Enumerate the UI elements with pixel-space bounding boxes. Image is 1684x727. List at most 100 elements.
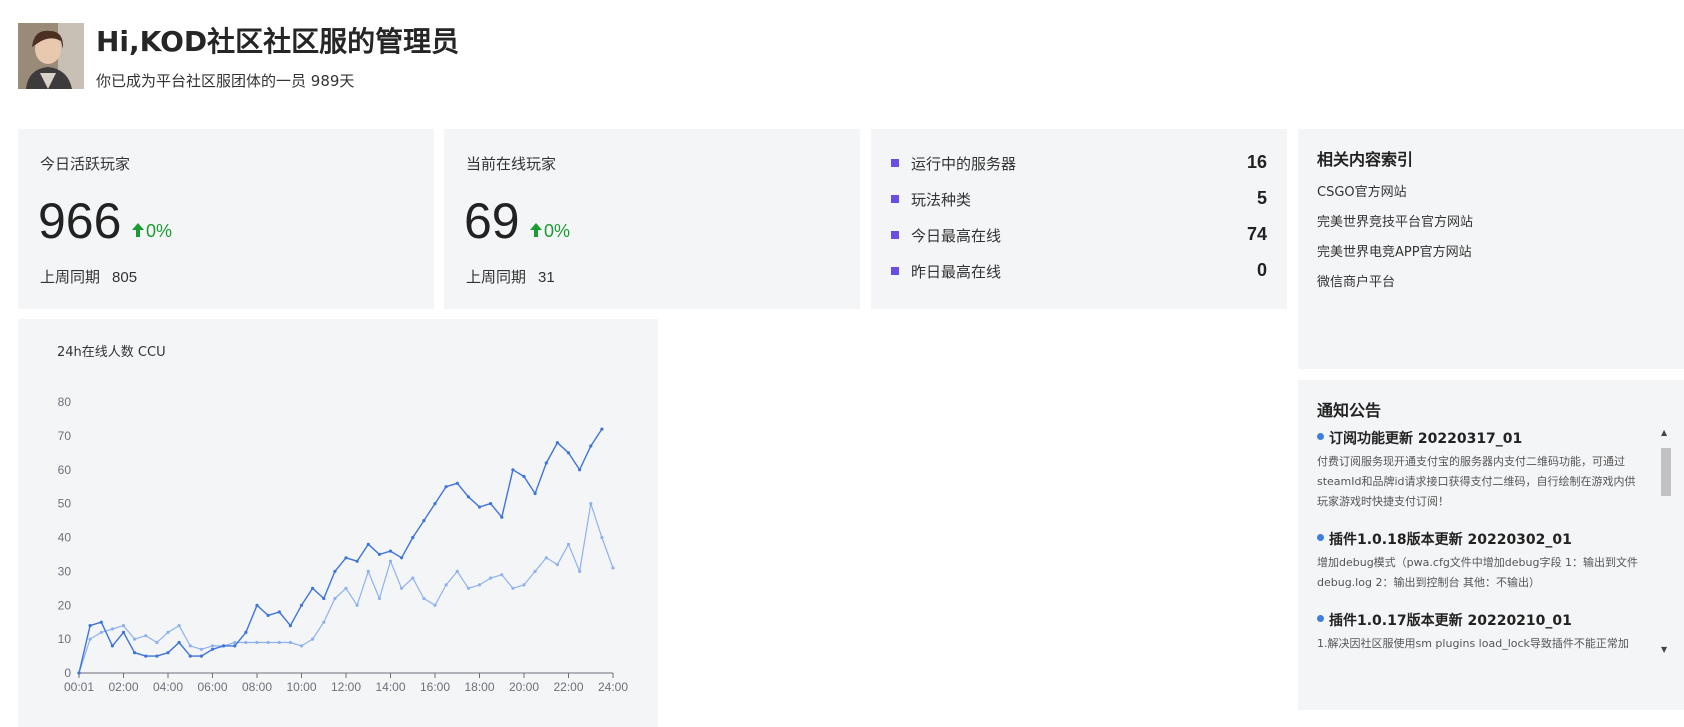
- data-point-previous[interactable]: [99, 630, 103, 634]
- data-point-previous[interactable]: [188, 644, 192, 648]
- data-point-today[interactable]: [299, 603, 304, 607]
- data-point-previous[interactable]: [255, 640, 259, 645]
- data-point-previous[interactable]: [411, 576, 415, 580]
- data-point-previous[interactable]: [177, 624, 181, 628]
- data-point-previous[interactable]: [377, 596, 381, 601]
- data-point-today[interactable]: [555, 441, 560, 445]
- data-point-previous[interactable]: [388, 559, 393, 563]
- data-point-previous[interactable]: [121, 624, 126, 628]
- data-point-today[interactable]: [589, 444, 593, 448]
- data-point-today[interactable]: [388, 549, 393, 553]
- data-point-today[interactable]: [477, 505, 482, 509]
- data-point-today[interactable]: [110, 644, 114, 648]
- data-point-previous[interactable]: [299, 644, 304, 648]
- data-point-previous[interactable]: [566, 542, 571, 546]
- data-point-today[interactable]: [210, 647, 215, 651]
- link-perfect-world-platform[interactable]: 完美世界竞技平台官方网站: [1317, 211, 1473, 230]
- data-point-previous[interactable]: [322, 620, 326, 624]
- scroll-down-icon[interactable]: ▼: [1661, 645, 1667, 654]
- data-point-today[interactable]: [133, 651, 137, 655]
- data-point-previous[interactable]: [555, 563, 560, 567]
- data-point-previous[interactable]: [600, 535, 604, 540]
- data-point-today[interactable]: [144, 654, 148, 658]
- data-point-today[interactable]: [99, 620, 103, 624]
- data-point-previous[interactable]: [155, 640, 159, 645]
- avatar[interactable]: [18, 23, 84, 89]
- data-point-previous[interactable]: [455, 569, 459, 573]
- data-point-today[interactable]: [511, 468, 515, 472]
- data-point-today[interactable]: [489, 502, 493, 506]
- data-point-previous[interactable]: [355, 603, 359, 607]
- data-point-previous[interactable]: [333, 596, 337, 601]
- data-point-today[interactable]: [266, 613, 270, 617]
- data-point-today[interactable]: [578, 468, 582, 472]
- notice-item[interactable]: 插件1.0.18版本更新 20220302_01 增加debug模式（pwa.c…: [1317, 529, 1643, 593]
- data-point-today[interactable]: [288, 624, 292, 628]
- data-point-today[interactable]: [311, 586, 315, 590]
- data-point-previous[interactable]: [311, 637, 315, 641]
- data-point-today[interactable]: [166, 651, 170, 655]
- notice-item[interactable]: 插件1.0.17版本更新 20220210_01 1.解决因社区服使用sm pl…: [1317, 610, 1643, 653]
- data-point-today[interactable]: [333, 569, 337, 573]
- data-point-previous[interactable]: [366, 569, 370, 573]
- data-point-previous[interactable]: [444, 583, 448, 587]
- data-point-previous[interactable]: [110, 627, 114, 631]
- data-point-previous[interactable]: [522, 583, 526, 587]
- data-point-today[interactable]: [199, 654, 203, 658]
- data-point-today[interactable]: [233, 644, 237, 648]
- data-point-today[interactable]: [177, 640, 181, 645]
- data-point-today[interactable]: [222, 644, 226, 648]
- data-point-today[interactable]: [533, 491, 537, 496]
- data-point-today[interactable]: [566, 451, 571, 455]
- data-point-today[interactable]: [121, 630, 126, 634]
- notice-scrollbar[interactable]: ▲ ▼: [1659, 428, 1671, 654]
- data-point-previous[interactable]: [88, 637, 92, 641]
- data-point-previous[interactable]: [433, 603, 437, 607]
- data-point-previous[interactable]: [422, 596, 426, 601]
- data-point-today[interactable]: [77, 671, 81, 675]
- link-perfect-world-esports-app[interactable]: 完美世界电竞APP官方网站: [1317, 241, 1472, 260]
- data-point-today[interactable]: [322, 596, 326, 601]
- data-point-previous[interactable]: [244, 640, 248, 645]
- data-point-previous[interactable]: [500, 573, 504, 577]
- data-point-previous[interactable]: [611, 566, 615, 570]
- link-csgo-official[interactable]: CSGO官方网站: [1317, 181, 1407, 200]
- notice-list[interactable]: 订阅功能更新 20220317_01 付费订阅服务现开通支付宝的服务器内支付二维…: [1317, 428, 1643, 653]
- data-point-previous[interactable]: [277, 640, 281, 645]
- data-point-today[interactable]: [433, 502, 437, 506]
- data-point-previous[interactable]: [133, 637, 137, 641]
- data-point-today[interactable]: [155, 654, 159, 658]
- data-point-previous[interactable]: [210, 644, 215, 648]
- data-point-today[interactable]: [277, 610, 281, 614]
- data-point-today[interactable]: [188, 654, 192, 658]
- notice-item[interactable]: 订阅功能更新 20220317_01 付费订阅服务现开通支付宝的服务器内支付二维…: [1317, 428, 1643, 512]
- scrollbar-thumb[interactable]: [1661, 448, 1671, 496]
- data-point-previous[interactable]: [344, 586, 348, 590]
- data-point-today[interactable]: [255, 603, 259, 607]
- data-point-today[interactable]: [544, 461, 548, 465]
- data-point-today[interactable]: [500, 515, 504, 519]
- data-point-today[interactable]: [244, 630, 248, 634]
- data-point-previous[interactable]: [489, 576, 493, 580]
- data-point-previous[interactable]: [166, 630, 170, 634]
- data-point-today[interactable]: [366, 542, 370, 546]
- data-point-today[interactable]: [422, 519, 426, 523]
- data-point-previous[interactable]: [288, 640, 292, 645]
- data-point-previous[interactable]: [466, 586, 470, 590]
- data-point-previous[interactable]: [477, 583, 482, 587]
- data-point-previous[interactable]: [589, 502, 593, 506]
- data-point-previous[interactable]: [400, 586, 404, 590]
- link-wechat-merchant[interactable]: 微信商户平台: [1317, 271, 1395, 290]
- data-point-previous[interactable]: [144, 634, 148, 638]
- data-point-today[interactable]: [455, 481, 459, 485]
- data-point-today[interactable]: [522, 474, 526, 479]
- data-point-previous[interactable]: [544, 556, 548, 560]
- data-point-previous[interactable]: [578, 569, 582, 573]
- data-point-today[interactable]: [377, 552, 381, 556]
- data-point-today[interactable]: [344, 556, 348, 560]
- data-point-today[interactable]: [444, 485, 448, 489]
- data-point-previous[interactable]: [199, 647, 203, 651]
- data-point-previous[interactable]: [533, 569, 537, 573]
- data-point-previous[interactable]: [233, 640, 237, 645]
- data-point-today[interactable]: [400, 556, 404, 560]
